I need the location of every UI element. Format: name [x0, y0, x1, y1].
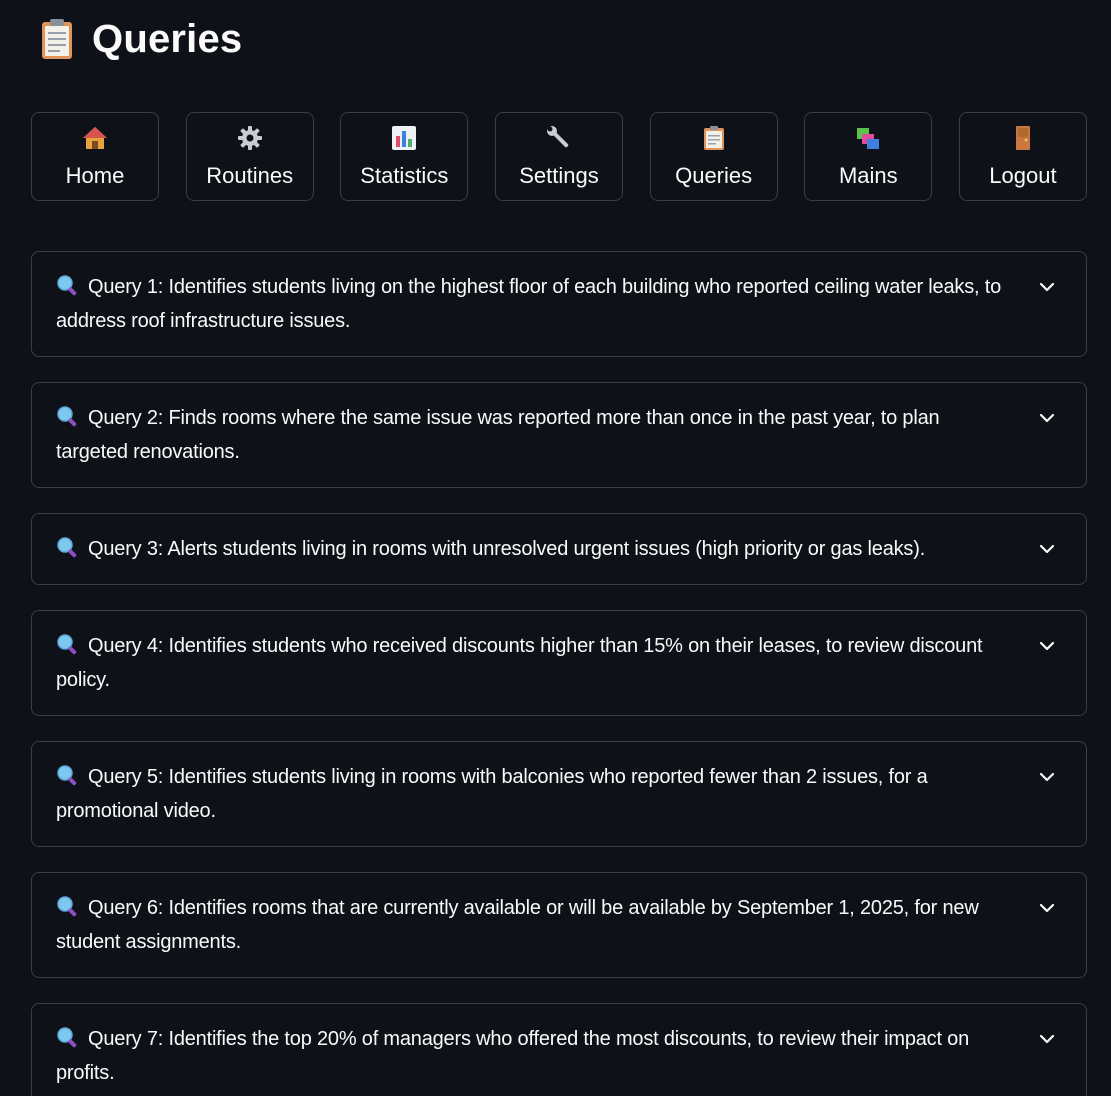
- chevron-down-icon[interactable]: [1038, 768, 1056, 786]
- nav-button-statistics[interactable]: Statistics: [340, 112, 469, 201]
- query-label: Query 6: Identifies rooms that are curre…: [56, 897, 979, 953]
- magnifier-icon: [57, 406, 77, 427]
- query-label: Query 2: Finds rooms where the same issu…: [56, 407, 940, 463]
- chevron-down-icon[interactable]: [1038, 899, 1056, 917]
- nav-button-logout[interactable]: Logout: [958, 112, 1087, 201]
- nav-label: Mains: [838, 163, 898, 188]
- nav-label: Settings: [519, 163, 599, 188]
- query-expander-1[interactable]: Query 1: Identifies students living on t…: [31, 251, 1087, 357]
- chevron-down-icon[interactable]: [1038, 409, 1056, 427]
- nav-bar: Home Routines Statistics Settings Querie…: [31, 112, 1087, 201]
- query-text: Query 6: Identifies rooms that are curre…: [56, 891, 1016, 959]
- nav-button-queries[interactable]: Queries: [649, 112, 778, 201]
- magnifier-icon: [57, 537, 77, 558]
- nav-button-routines[interactable]: Routines: [185, 112, 314, 201]
- query-text: Query 1: Identifies students living on t…: [56, 270, 1016, 338]
- query-label: Query 4: Identifies students who receive…: [56, 635, 983, 691]
- chevron-down-icon[interactable]: [1038, 540, 1056, 558]
- nav-label: Home: [65, 163, 125, 188]
- query-expander-4[interactable]: Query 4: Identifies students who receive…: [31, 610, 1087, 716]
- chevron-down-icon[interactable]: [1038, 1030, 1056, 1048]
- magnifier-icon: [57, 1027, 77, 1048]
- clipboard-icon: [703, 126, 724, 150]
- query-expander-7[interactable]: Query 7: Identifies the top 20% of manag…: [31, 1003, 1087, 1096]
- query-label: Query 3: Alerts students living in rooms…: [88, 538, 926, 560]
- nav-label: Routines: [206, 163, 294, 188]
- house-icon: [83, 127, 107, 149]
- query-label: Query 7: Identifies the top 20% of manag…: [56, 1028, 970, 1084]
- query-expander-3[interactable]: Query 3: Alerts students living in rooms…: [31, 513, 1087, 585]
- query-text: Query 2: Finds rooms where the same issu…: [56, 401, 1016, 469]
- query-text: Query 5: Identifies students living in r…: [56, 760, 1016, 828]
- clipboard-icon: [42, 19, 72, 59]
- query-expander-6[interactable]: Query 6: Identifies rooms that are curre…: [31, 872, 1087, 978]
- nav-button-settings[interactable]: Settings: [494, 112, 623, 201]
- magnifier-icon: [57, 765, 77, 786]
- query-text: Query 7: Identifies the top 20% of manag…: [56, 1022, 1016, 1090]
- query-text: Query 4: Identifies students who receive…: [56, 629, 1016, 697]
- nav-label: Queries: [675, 163, 753, 188]
- wrench-icon: [546, 126, 569, 148]
- nav-label: Statistics: [360, 163, 449, 188]
- magnifier-icon: [57, 634, 77, 655]
- bar-chart-icon: [392, 126, 417, 150]
- magnifier-icon: [57, 896, 77, 917]
- query-label: Query 5: Identifies students living in r…: [56, 766, 928, 822]
- nav-label: Logout: [989, 163, 1057, 188]
- nav-button-home[interactable]: Home: [31, 112, 159, 201]
- query-label: Query 1: Identifies students living on t…: [56, 276, 1001, 332]
- queries-page: Queries Home Routines Statistics Setting…: [0, 0, 1111, 1096]
- gear-icon: [237, 126, 262, 150]
- query-list: Query 1: Identifies students living on t…: [31, 251, 1087, 1096]
- chevron-down-icon[interactable]: [1038, 278, 1056, 296]
- nav-button-mains[interactable]: Mains: [804, 112, 933, 201]
- door-icon: [1015, 126, 1030, 150]
- books-icon: [857, 128, 880, 149]
- chevron-down-icon[interactable]: [1038, 637, 1056, 655]
- magnifier-icon: [57, 275, 77, 296]
- query-expander-2[interactable]: Query 2: Finds rooms where the same issu…: [31, 382, 1087, 488]
- page-title: Queries: [92, 17, 243, 61]
- page-header: Queries: [40, 14, 242, 64]
- query-text: Query 3: Alerts students living in rooms…: [56, 532, 1016, 566]
- query-expander-5[interactable]: Query 5: Identifies students living in r…: [31, 741, 1087, 847]
